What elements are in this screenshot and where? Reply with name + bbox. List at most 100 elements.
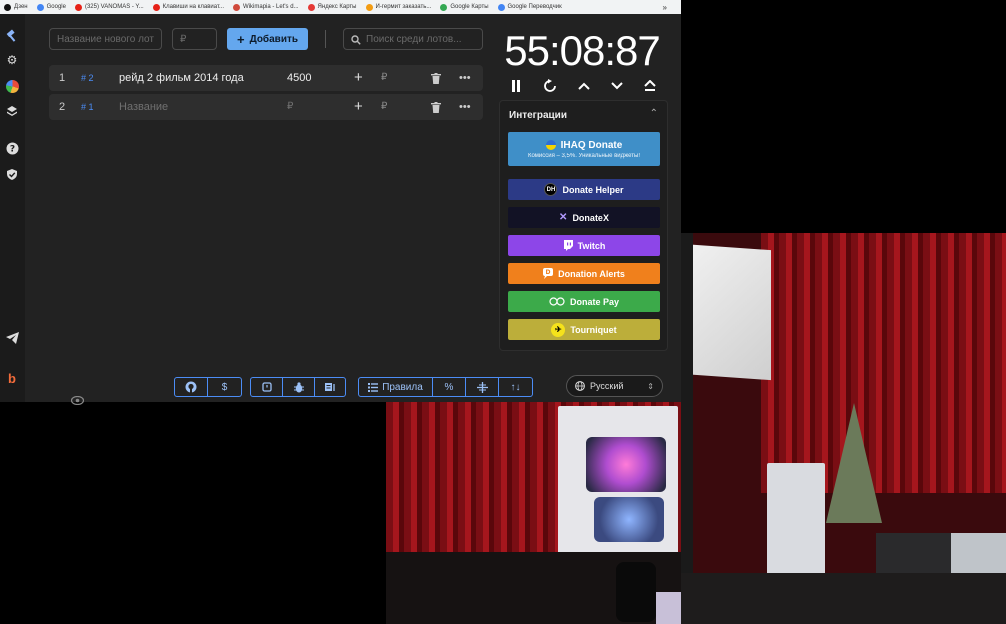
bookmark-favicon-icon bbox=[497, 3, 505, 11]
split-icon[interactable] bbox=[466, 378, 499, 396]
bookmark-item[interactable]: И-гермит заказать... bbox=[365, 3, 432, 11]
integration-label: Donate Helper bbox=[562, 184, 624, 195]
bug-icon[interactable] bbox=[283, 378, 315, 396]
svg-text:D: D bbox=[546, 269, 551, 276]
list-export-icon[interactable] bbox=[315, 378, 345, 396]
integration-label: Twitch bbox=[577, 240, 606, 251]
hash-icon: # bbox=[81, 102, 87, 112]
language-select[interactable]: Русский ⇕ bbox=[566, 375, 663, 397]
integration-twitch-button[interactable]: Twitch bbox=[508, 235, 660, 256]
lot-amount[interactable]: ₽ bbox=[287, 94, 293, 120]
bookmark-favicon-icon bbox=[440, 3, 448, 11]
donate-pay-icon bbox=[549, 297, 565, 306]
integration-donation-alerts-button[interactable]: D Donation Alerts bbox=[508, 263, 660, 284]
donation-alerts-icon: D bbox=[543, 268, 554, 279]
timer-controls bbox=[503, 77, 663, 95]
more-options-icon[interactable]: ••• bbox=[459, 94, 471, 120]
pie-chart-icon[interactable] bbox=[3, 77, 21, 95]
chevron-down-icon[interactable] bbox=[608, 77, 626, 95]
integration-donate-pay-button[interactable]: Donate Pay bbox=[508, 291, 660, 312]
add-amount-input[interactable]: ₽ bbox=[381, 94, 387, 120]
integration-donate-helper-button[interactable]: DH Donate Helper bbox=[508, 179, 660, 200]
svg-text:?: ? bbox=[9, 144, 14, 154]
telegram-icon[interactable] bbox=[3, 329, 21, 347]
integration-label: Tourniquet bbox=[570, 324, 617, 335]
divider bbox=[325, 30, 326, 48]
tourniquet-icon: ✈ bbox=[551, 322, 566, 337]
language-label: Русский bbox=[590, 381, 624, 391]
boosty-icon[interactable]: b bbox=[3, 369, 21, 387]
bookmark-item[interactable]: Google Переводчик bbox=[497, 3, 562, 11]
trash-icon[interactable] bbox=[431, 94, 441, 120]
timer-box-icon[interactable] bbox=[251, 378, 283, 396]
rules-label: Правила bbox=[382, 381, 423, 393]
bookmark-item[interactable]: Дзен bbox=[4, 3, 28, 11]
lot-index: 1 bbox=[59, 72, 66, 84]
rules-button[interactable]: Правила bbox=[359, 378, 433, 396]
lot-badge-count: 1 bbox=[88, 102, 94, 112]
percent-icon[interactable]: % bbox=[433, 378, 466, 396]
globe-icon bbox=[575, 381, 585, 391]
webcam-feed bbox=[681, 233, 1006, 624]
lot-amount[interactable]: 4500 bbox=[287, 65, 311, 91]
lot-row: 2 # 1 Название ₽ + ₽ ••• bbox=[49, 94, 483, 120]
sort-icon[interactable]: ↑↓ bbox=[499, 378, 532, 396]
more-options-icon[interactable]: ••• bbox=[459, 65, 471, 91]
ukraine-flag-icon bbox=[545, 140, 556, 150]
bookmarks-overflow-icon[interactable]: » bbox=[663, 3, 667, 12]
bookmark-label: И-гермит заказать... bbox=[375, 4, 432, 10]
bookmark-favicon-icon bbox=[152, 3, 160, 11]
bookmark-item[interactable]: Google Карты bbox=[440, 3, 489, 11]
lot-name[interactable]: Название bbox=[119, 94, 269, 120]
chevron-up-icon[interactable]: ⌃ bbox=[650, 108, 658, 119]
search-icon bbox=[351, 35, 361, 48]
shield-icon[interactable] bbox=[3, 165, 21, 183]
webcam-feed-lower bbox=[386, 402, 681, 624]
bookmark-label: Яндекс Карты bbox=[317, 4, 357, 10]
integrations-panel: Интеграции ⌃ IHAQ Donate Комиссия – 3,5%.… bbox=[499, 100, 668, 351]
integration-ihaq-donate-button[interactable]: IHAQ Donate Комиссия – 3,5%. Уникальные в… bbox=[508, 132, 660, 166]
auction-app: ⚙ ? b + Добавить bbox=[0, 14, 681, 406]
twitch-icon bbox=[563, 240, 573, 251]
bookmark-label: Wikimapia - Let's d... bbox=[243, 4, 299, 10]
trash-icon[interactable] bbox=[431, 65, 441, 91]
bookmark-item[interactable]: Яндекс Карты bbox=[307, 3, 357, 11]
help-icon[interactable]: ? bbox=[3, 139, 21, 157]
chevron-up-icon[interactable] bbox=[575, 77, 593, 95]
hash-icon: # bbox=[81, 73, 87, 83]
bookmark-item[interactable]: (325) VANOMAS - Y... bbox=[74, 3, 144, 11]
reset-icon[interactable] bbox=[541, 77, 559, 95]
select-arrows-icon: ⇕ bbox=[647, 381, 654, 391]
auction-hammer-icon[interactable] bbox=[3, 26, 21, 44]
gear-icon[interactable]: ⚙ bbox=[3, 51, 21, 69]
bookmark-item[interactable]: Клавиши на клавиат... bbox=[152, 3, 224, 11]
timer-display: 55:08:87 bbox=[504, 27, 661, 74]
lot-name[interactable]: рейд 2 фильм 2014 года bbox=[119, 65, 269, 91]
new-lot-name-input[interactable] bbox=[49, 28, 162, 50]
github-icon[interactable] bbox=[175, 378, 208, 396]
bookmarks-bar: Дзен Google (325) VANOMAS - Y... Клавиши на… bbox=[0, 0, 681, 14]
bookmark-item[interactable]: Google bbox=[36, 3, 66, 11]
dollar-icon[interactable]: $ bbox=[208, 378, 241, 396]
bookmark-label: Google Переводчик bbox=[507, 4, 562, 10]
plus-icon[interactable]: + bbox=[354, 65, 363, 91]
new-lot-amount-input[interactable] bbox=[172, 28, 217, 50]
layers-icon[interactable] bbox=[3, 102, 21, 120]
plus-icon[interactable]: + bbox=[354, 94, 363, 120]
search-input[interactable] bbox=[343, 28, 483, 50]
screen: Дзен Google (325) VANOMAS - Y... Клавиши на… bbox=[0, 0, 1006, 624]
integration-tourniquet-button[interactable]: ✈ Tourniquet bbox=[508, 319, 660, 340]
integration-label: Donation Alerts bbox=[558, 268, 625, 279]
lot-tag-badge[interactable]: # 2 bbox=[81, 65, 94, 91]
add-lot-button[interactable]: + Добавить bbox=[227, 28, 308, 50]
bookmark-label: (325) VANOMAS - Y... bbox=[84, 4, 144, 10]
integration-label: DonateX bbox=[572, 212, 609, 223]
double-chevron-up-icon[interactable] bbox=[641, 77, 659, 95]
add-amount-input[interactable]: ₽ bbox=[381, 65, 387, 91]
integration-donatex-button[interactable]: ✕ DonateX bbox=[508, 207, 660, 228]
lot-index: 2 bbox=[59, 101, 66, 113]
pause-icon[interactable] bbox=[507, 77, 525, 95]
bookmark-item[interactable]: Wikimapia - Let's d... bbox=[233, 3, 299, 11]
eye-icon[interactable] bbox=[70, 395, 85, 408]
lot-tag-badge[interactable]: # 1 bbox=[81, 94, 94, 120]
